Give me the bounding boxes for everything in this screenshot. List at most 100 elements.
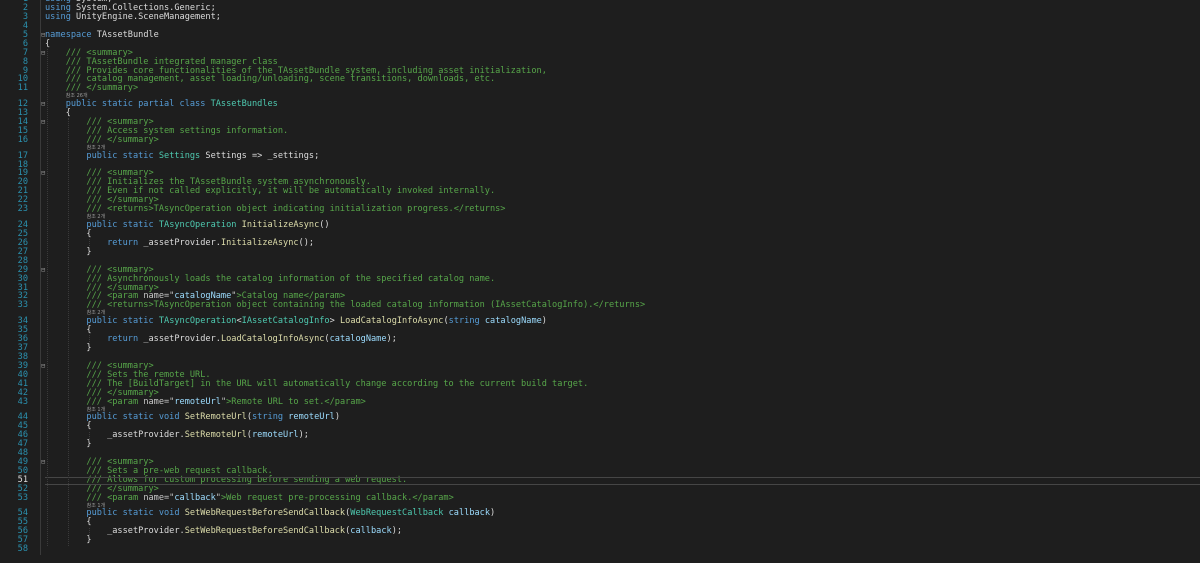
code-line[interactable]: 48 xyxy=(0,449,1200,458)
code-token: ); xyxy=(391,526,403,537)
code-token: Settings => _settings; xyxy=(200,150,320,161)
code-token: _assetProvider. xyxy=(138,237,221,248)
code-line[interactable]: 38 xyxy=(0,352,1200,362)
code-text: namespace TAssetBundle xyxy=(45,30,159,40)
indent-guide xyxy=(47,48,48,546)
code-line[interactable]: 58 xyxy=(0,545,1200,554)
code-token: ); xyxy=(298,430,309,441)
code-token: WebRequestCallback xyxy=(350,508,444,519)
code-line[interactable]: 54 public static void SetWebRequestBefor… xyxy=(0,509,1200,518)
code-token: public static xyxy=(45,150,154,161)
code-line[interactable]: 41 /// The [BuildTarget] in the URL will… xyxy=(0,379,1200,389)
code-token: InitializeAsync xyxy=(241,219,320,230)
code-line[interactable]: 56 _assetProvider.SetWebRequestBeforeSen… xyxy=(0,527,1200,536)
code-text: public static Settings Settings => _sett… xyxy=(45,150,320,161)
code-token: Settings xyxy=(158,150,201,161)
code-token: > xyxy=(329,316,340,327)
code-line[interactable]: 28 xyxy=(0,256,1200,266)
code-line[interactable]: 34 public static TAsyncOperation<IAssetC… xyxy=(0,317,1200,326)
code-token: IAssetCatalogInfo xyxy=(241,316,330,327)
code-token: /// <returns>TAsyncOperation object indi… xyxy=(45,204,506,215)
code-text: public static TAsyncOperation<IAssetCata… xyxy=(45,317,547,326)
line-number: 16 xyxy=(17,134,28,145)
code-token: /// <returns>TAsyncOperation object cont… xyxy=(45,300,646,311)
code-line[interactable]: 15 /// Access system settings informatio… xyxy=(0,126,1200,136)
code-token: () xyxy=(319,219,330,230)
line-number: 43 xyxy=(17,396,28,407)
code-text: /// <returns>TAsyncOperation object indi… xyxy=(45,205,505,214)
code-text: using UnityEngine.SceneManagement; xyxy=(45,11,221,22)
code-token: TAsyncOperation xyxy=(158,316,237,327)
line-number: 53 xyxy=(17,492,28,503)
line-number: 11 xyxy=(17,83,28,94)
code-text: /// <param name="callback">Web request p… xyxy=(45,492,454,503)
code-line[interactable]: 3 using UnityEngine.SceneManagement; xyxy=(0,11,1200,22)
gutter-separator xyxy=(40,0,41,555)
code-line[interactable]: 11 /// </summary> xyxy=(0,84,1200,93)
code-line[interactable]: 12 ⊟ public static partial class TAssetBu… xyxy=(0,100,1200,109)
code-line[interactable]: 17 public static Settings Settings => _s… xyxy=(0,150,1200,161)
code-line[interactable]: 5 ⊟ namespace TAssetBundle xyxy=(0,30,1200,40)
code-token: InitializeAsync xyxy=(220,237,299,248)
code-line[interactable]: 4 xyxy=(0,21,1200,31)
code-token: TAssetBundles xyxy=(210,99,278,110)
code-token: /// </summary> xyxy=(45,83,139,94)
indent-guide xyxy=(88,239,90,249)
code-text: public static void SetWebRequestBeforeSe… xyxy=(45,509,495,518)
code-line[interactable]: 47 } xyxy=(0,440,1200,449)
code-line[interactable]: 57 } xyxy=(0,536,1200,545)
current-line-highlight xyxy=(45,476,1200,485)
code-token: LoadCatalogInfoAsync xyxy=(339,316,444,327)
code-line[interactable]: 46 _assetProvider.SetRemoteUrl(remoteUrl… xyxy=(0,431,1200,440)
code-editor[interactable]: 1using System;2using System.Collections.… xyxy=(0,0,1200,555)
code-token: callback xyxy=(350,526,392,537)
code-token: SetRemoteUrl xyxy=(184,412,247,423)
code-line[interactable]: 16 /// </summary> xyxy=(0,134,1200,145)
code-token: ) xyxy=(334,412,340,423)
code-token: _assetProvider. xyxy=(138,334,221,344)
code-token: >Web request pre-processing callback.</p… xyxy=(220,492,454,503)
line-number: 23 xyxy=(17,204,28,215)
code-token: /// </summary> xyxy=(45,134,159,145)
code-token: LoadCatalogInfoAsync xyxy=(220,334,325,344)
code-line[interactable]: 43 /// <param name="remoteUrl">Remote UR… xyxy=(0,396,1200,407)
code-token: catalogName xyxy=(484,316,542,327)
code-text: _assetProvider.SetWebRequestBeforeSendCa… xyxy=(45,527,402,536)
code-token: ); xyxy=(386,334,397,344)
code-line[interactable]: 13 { xyxy=(0,109,1200,118)
code-token: /// <param xyxy=(45,492,144,503)
indent-guide xyxy=(88,335,90,345)
code-line[interactable]: 24 public static TAsyncOperation Initial… xyxy=(0,219,1200,230)
code-text: public static partial class TAssetBundle… xyxy=(45,100,278,109)
code-line[interactable]: 37 } xyxy=(0,343,1200,353)
code-line[interactable]: 26 return _assetProvider.InitializeAsync… xyxy=(0,237,1200,248)
line-number: 33 xyxy=(17,300,28,311)
code-line[interactable]: 23 /// <returns>TAsyncOperation object i… xyxy=(0,205,1200,214)
code-token: /// <param xyxy=(45,396,144,407)
code-line[interactable]: 27 } xyxy=(0,247,1200,257)
code-line[interactable]: 18 xyxy=(0,160,1200,170)
code-line[interactable]: 53 /// <param name="callback">Web reques… xyxy=(0,492,1200,503)
code-line[interactable]: 10 /// catalog management, asset loading… xyxy=(0,75,1200,84)
code-line[interactable]: 6{ xyxy=(0,39,1200,49)
code-text: /// </summary> xyxy=(45,134,159,145)
code-text: /// <param name="remoteUrl">Remote URL t… xyxy=(45,396,365,407)
code-line[interactable]: 33 /// <returns>TAsyncOperation object c… xyxy=(0,301,1200,310)
code-token: SetWebRequestBeforeSendCallback xyxy=(184,508,346,519)
code-token: name=" xyxy=(143,396,175,407)
code-token: ) xyxy=(490,508,496,519)
code-token: SetRemoteUrl xyxy=(184,430,247,441)
code-token: string xyxy=(252,412,284,423)
code-text: return _assetProvider.LoadCatalogInfoAsy… xyxy=(45,335,397,344)
code-line[interactable]: 21 /// Even if not called explicitly, it… xyxy=(0,187,1200,196)
code-text: /// <returns>TAsyncOperation object cont… xyxy=(45,301,645,310)
code-token: remoteUrl xyxy=(174,396,221,407)
code-token: (); xyxy=(298,237,315,248)
code-line[interactable]: 44 public static void SetRemoteUrl(strin… xyxy=(0,413,1200,422)
line-number: 58 xyxy=(17,544,28,555)
code-token: callback xyxy=(174,492,216,503)
code-token: using xyxy=(45,11,71,22)
code-line[interactable]: 30 /// Asynchronously loads the catalog … xyxy=(0,274,1200,284)
code-line[interactable]: 36 return _assetProvider.LoadCatalogInfo… xyxy=(0,335,1200,344)
code-token: SetWebRequestBeforeSendCallback xyxy=(184,526,346,537)
